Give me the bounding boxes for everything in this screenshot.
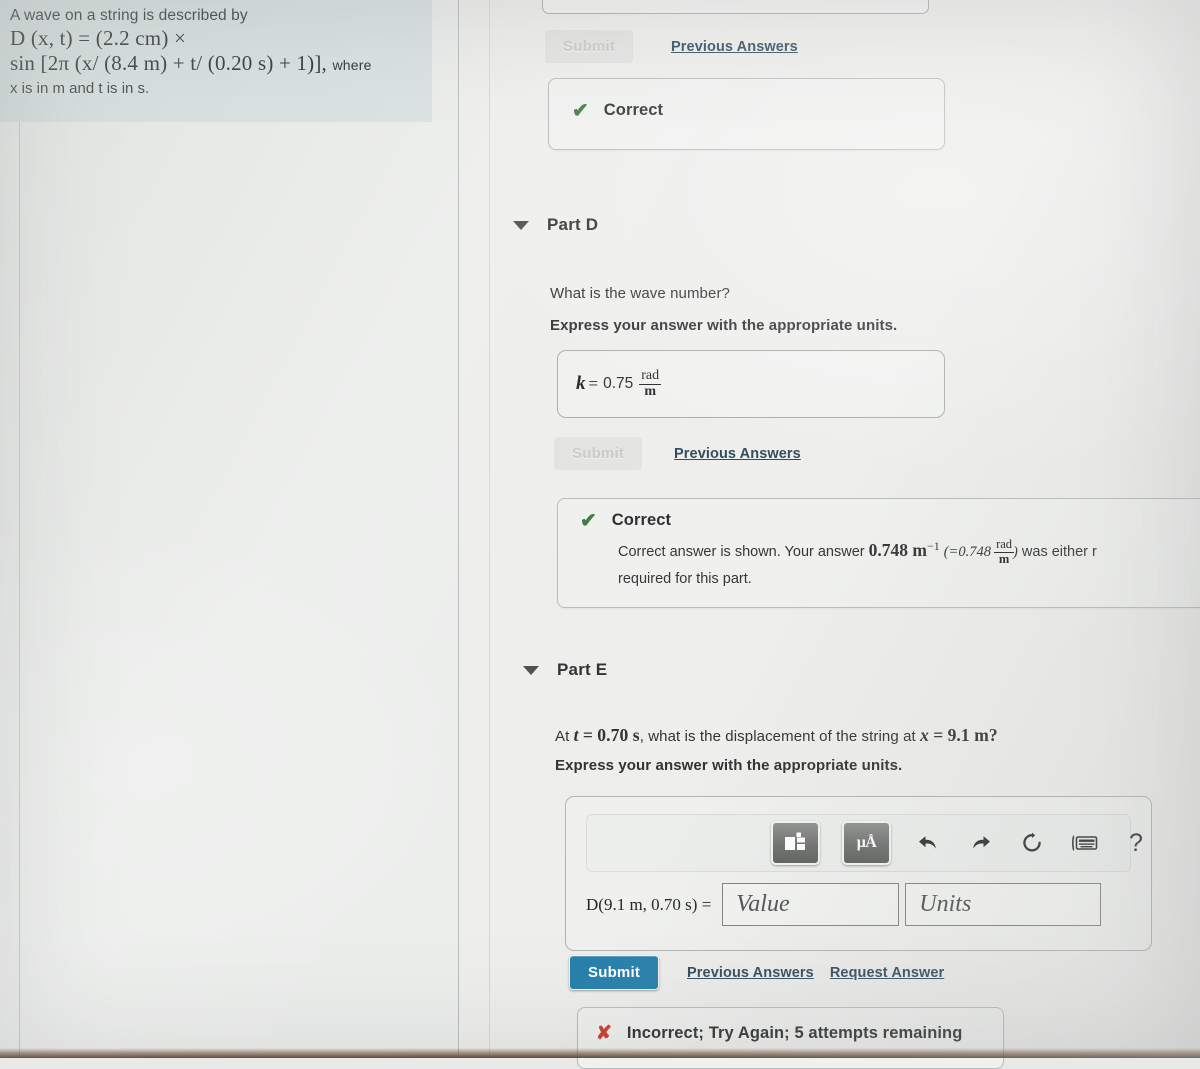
keyboard-icon[interactable] xyxy=(1069,826,1099,860)
units-micro-angstrom-icon[interactable]: μÅ xyxy=(842,821,891,865)
feedback-unit-numerator: rad xyxy=(996,537,1013,552)
question-statement-panel: A wave on a string is described by D (x,… xyxy=(0,0,432,122)
part-e-answer-label: D(9.1 m, 0.70 s) = xyxy=(586,894,712,914)
part-e-submit-button[interactable]: Submit xyxy=(569,955,660,990)
part-e-prompt-t-value: 0.70 s xyxy=(597,725,640,745)
part-c-answer-box[interactable] xyxy=(542,0,929,14)
part-c-previous-answers-link[interactable]: Previous Answers xyxy=(671,39,798,55)
formula-line-1-text: D (x, t) = (2.2 cm) × xyxy=(10,26,187,50)
part-d-answer-unit-fraction: rad m xyxy=(639,367,662,400)
part-e-feedback-message: Incorrect; Try Again; 5 attempts remaini… xyxy=(626,1024,963,1042)
feedback-body-suffix: was either r xyxy=(1021,543,1097,560)
question-intro-text: A wave on a string is described by xyxy=(10,7,248,24)
part-e-prompt-t-symbol: t xyxy=(573,725,579,745)
feedback-body-paren-open: (=0.748 xyxy=(943,543,992,560)
part-e-header[interactable]: Part E xyxy=(523,660,607,680)
value-input[interactable]: Value xyxy=(722,883,900,926)
part-e-prompt-x-symbol: x xyxy=(920,725,929,745)
photo-bottom-edge xyxy=(0,1048,1200,1058)
part-e-prompt-prefix: At xyxy=(555,728,570,745)
part-d-answer-symbol: k xyxy=(576,373,586,394)
part-c-feedback-title: Correct xyxy=(603,101,664,119)
math-template-icon[interactable] xyxy=(771,821,820,865)
units-input[interactable]: Units xyxy=(905,883,1102,926)
part-e-answer-toolbar: μÅ ? xyxy=(586,814,1143,872)
math-template-glyph xyxy=(784,832,805,850)
question-formula-line-1: D (x, t) = (2.2 cm) × xyxy=(10,26,418,51)
chevron-down-icon[interactable] xyxy=(513,220,529,230)
undo-icon[interactable] xyxy=(913,826,943,860)
cross-icon: ✘ xyxy=(596,1023,612,1044)
part-e-feedback-incorrect: ✘ Incorrect; Try Again; 5 attempts remai… xyxy=(577,1007,1004,1069)
part-e-title: Part E xyxy=(557,660,608,679)
undo-arrow-glyph xyxy=(918,836,936,849)
part-e-input-row: D(9.1 m, 0.70 s) = Value Units xyxy=(586,883,1102,926)
formula-line-2-text: sin [2π (x/ (8.4 m) + t/ (0.20 s) + 1)], xyxy=(10,51,328,75)
assignment-content-pane: Submit Previous Answers ✔ Correct Part D… xyxy=(459,0,1200,1069)
part-d-instruction: Express your answer with the appropriate… xyxy=(550,317,898,334)
part-e-prompt-middle: , what is the displacement of the string… xyxy=(639,728,916,745)
part-d-answer-equals: = xyxy=(588,374,599,393)
question-units-line: x is in m and t is in s. xyxy=(10,80,150,97)
feedback-unit-denominator: m xyxy=(994,551,1015,566)
part-d-submit-button[interactable]: Submit xyxy=(554,437,643,470)
reset-icon[interactable] xyxy=(1017,826,1047,860)
question-formula-line-2: sin [2π (x/ (8.4 m) + t/ (0.20 s) + 1)],… xyxy=(10,51,418,78)
part-d-feedback-title: Correct xyxy=(611,511,672,529)
part-d-title: Part D xyxy=(547,215,599,234)
part-e-prompt-x-value: 9.1 m xyxy=(947,725,989,745)
part-e-instruction: Express your answer with the appropriate… xyxy=(555,757,903,774)
part-d-feedback-body-line-1: Correct answer is shown. Your answer 0.7… xyxy=(558,531,1200,566)
chevron-down-icon[interactable] xyxy=(523,665,539,675)
help-icon[interactable]: ? xyxy=(1121,826,1151,860)
formula-where-word: where xyxy=(332,57,372,73)
feedback-body-paren-close: ) xyxy=(1013,543,1018,560)
part-e-answer-panel: μÅ ? D(9.1 m, 0.70 s) = Value Units xyxy=(565,796,1152,951)
redo-icon[interactable] xyxy=(965,826,995,860)
part-d-submit-row: Submit Previous Answers xyxy=(554,437,801,470)
pane-divider xyxy=(458,0,459,1058)
part-d-header[interactable]: Part D xyxy=(513,215,598,235)
part-e-request-answer-link[interactable]: Request Answer xyxy=(830,965,944,981)
part-e-prompt: At t = 0.70 s, what is the displacement … xyxy=(555,725,998,746)
pane-divider-secondary xyxy=(489,0,490,1058)
feedback-body-exponent: −1 xyxy=(926,539,940,553)
problem-statement-pane: A wave on a string is described by D (x,… xyxy=(0,0,458,1058)
value-input-placeholder: Value xyxy=(736,891,790,917)
check-icon: ✔ xyxy=(580,510,597,532)
units-input-placeholder: Units xyxy=(919,891,972,917)
part-d-unit-denominator: m xyxy=(639,383,662,400)
part-d-previous-answers-link[interactable]: Previous Answers xyxy=(674,446,801,462)
pane-edge-line xyxy=(19,0,20,1058)
part-c-submit-row: Submit Previous Answers xyxy=(545,30,798,63)
part-d-feedback-correct: ✔ Correct Correct answer is shown. Your … xyxy=(557,498,1200,608)
part-e-submit-row: Submit Previous Answers Request Answer xyxy=(569,955,944,990)
part-d-feedback-body-line-2: required for this part. xyxy=(618,570,752,587)
part-e-prompt-equals-1: = xyxy=(582,725,593,745)
reset-circular-arrow-glyph xyxy=(1023,832,1041,852)
part-c-submit-button[interactable]: Submit xyxy=(545,30,634,63)
part-d-prompt: What is the wave number? xyxy=(550,285,730,302)
part-e-prompt-suffix: ? xyxy=(988,725,998,745)
redo-arrow-glyph xyxy=(972,836,990,849)
units-glyph-label: μÅ xyxy=(856,834,877,851)
part-e-prompt-equals-2: = xyxy=(933,725,944,745)
check-icon: ✔ xyxy=(572,100,589,122)
keyboard-glyph xyxy=(1072,835,1098,851)
feedback-unit-fraction: rad m xyxy=(994,537,1015,566)
part-e-previous-answers-link[interactable]: Previous Answers xyxy=(687,965,814,981)
part-d-answer-value: 0.75 xyxy=(603,375,634,392)
feedback-body-prefix: Correct answer is shown. Your answer xyxy=(618,543,865,560)
feedback-body-value: 0.748 m xyxy=(868,539,927,560)
part-c-feedback-correct: ✔ Correct xyxy=(548,78,945,150)
part-d-answer-box[interactable]: k = 0.75 rad m xyxy=(557,350,945,418)
part-d-unit-numerator: rad xyxy=(641,367,660,383)
